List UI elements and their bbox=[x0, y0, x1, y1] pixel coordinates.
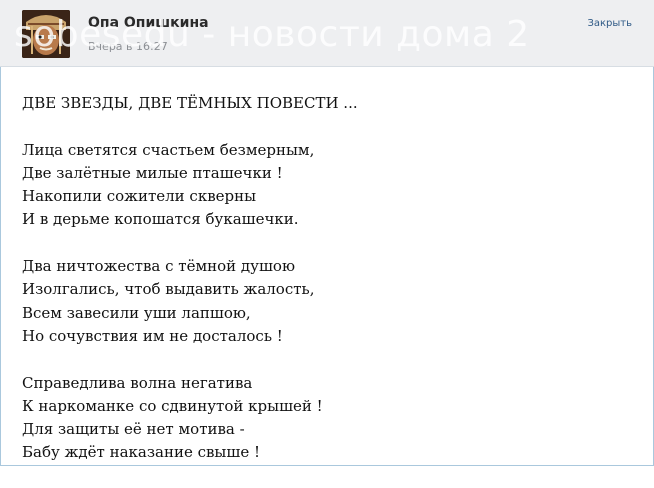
poem-line: Бабу ждёт наказание свыше ! bbox=[22, 443, 260, 462]
stanza-1: Лица светятся счастьем безмерным, Две за… bbox=[22, 139, 358, 232]
author-avatar[interactable] bbox=[22, 10, 70, 58]
post-title: ДВЕ ЗВЕЗДЫ, ДВЕ ТЁМНЫХ ПОВЕСТИ ... bbox=[22, 94, 358, 112]
poem-line: Лица светятся счастьем безмерным, bbox=[22, 140, 315, 159]
post-text: ДВЕ ЗВЕЗДЫ, ДВЕ ТЁМНЫХ ПОВЕСТИ ... Лица … bbox=[22, 92, 358, 488]
post-time[interactable]: Вчера в 16:27 bbox=[88, 40, 168, 53]
poem-line: Всем завесили уши лапшою, bbox=[22, 303, 251, 322]
poem-line: Для защиты её нет мотива - bbox=[22, 420, 245, 439]
poem-line: К наркоманке со сдвинутой крышей ! bbox=[22, 396, 323, 415]
poem-line: Две залётные милые пташечки ! bbox=[22, 163, 283, 182]
poem-line: Накопили сожители скверны bbox=[22, 187, 257, 206]
poem-line: Но сочувствия им не досталось ! bbox=[22, 326, 283, 345]
post-header: Опа Опишкина Вчера в 16:27 Закрыть bbox=[0, 0, 654, 67]
poem-line: Справедлива волна негатива bbox=[22, 373, 253, 392]
poem-line: Изолгались, чтоб выдавить жалость, bbox=[22, 280, 315, 299]
poem-line: И в дерьме копошатся букашечки. bbox=[22, 210, 299, 229]
author-name[interactable]: Опа Опишкина bbox=[88, 15, 209, 31]
close-button[interactable]: Закрыть bbox=[587, 18, 632, 29]
poem-line: Два ничтожества с тёмной душою bbox=[22, 257, 296, 276]
stanza-3: Справедлива волна негатива К наркоманке … bbox=[22, 372, 358, 465]
stanza-2: Два ничтожества с тёмной душою Изолгалис… bbox=[22, 255, 358, 348]
